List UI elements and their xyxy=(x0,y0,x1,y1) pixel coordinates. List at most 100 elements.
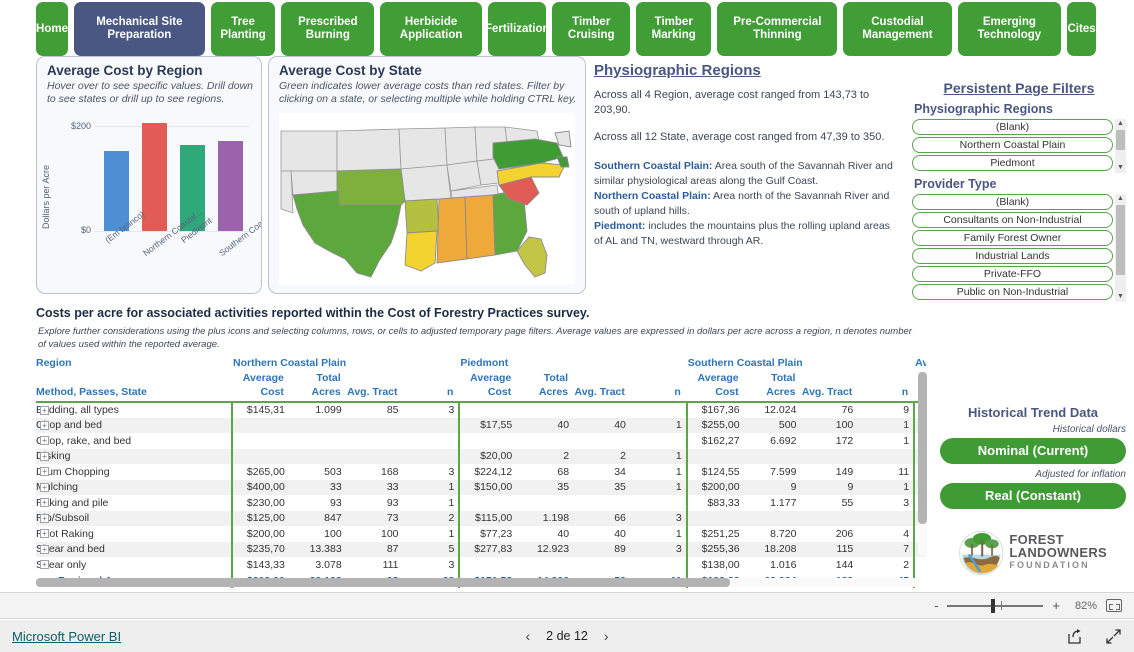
table-row[interactable]: + Disking $20,00 2 2 1 xyxy=(36,448,926,464)
expand-plus-icon[interactable]: + xyxy=(40,498,49,507)
zoom-out-button[interactable]: - xyxy=(934,598,938,613)
cell-scp-1[interactable]: 1.016 xyxy=(744,557,801,573)
col-header-scp-0[interactable]: Average Cost xyxy=(686,371,744,403)
col-header-scp-2[interactable]: Avg. Tract xyxy=(800,371,858,403)
group-header-scp[interactable]: Southern Coastal Plain xyxy=(687,356,914,371)
scroll-thumb[interactable] xyxy=(1116,205,1125,275)
row-label-cell[interactable]: + Root Raking xyxy=(36,526,232,542)
col-header-pd-0[interactable]: Average Cost xyxy=(459,371,517,403)
filter-item-blank[interactable]: (Blank) xyxy=(912,194,1113,210)
cell-scp-0[interactable]: $251,25 xyxy=(685,526,744,542)
zoom-in-button[interactable]: + xyxy=(1052,598,1060,613)
cell-pd-3[interactable] xyxy=(630,495,687,511)
cell-ncp-0[interactable]: $200,00 xyxy=(231,526,289,542)
cell-ncp-3[interactable]: 2 xyxy=(402,510,460,526)
group-header-pd[interactable]: Piedmont xyxy=(459,356,686,371)
table-row[interactable]: + Shear only $143,33 3.078 111 3 $138,00 1.016 1… xyxy=(36,557,926,573)
table-row[interactable]: + Rip/Subsoil $125,00 847 73 2 $115,00 1.198 66 3 xyxy=(36,510,926,526)
scroll-down-arrow-icon[interactable]: ▼ xyxy=(1115,163,1126,173)
cell-scp-2[interactable] xyxy=(800,448,858,464)
cell-scp-3[interactable] xyxy=(857,448,915,464)
share-icon[interactable] xyxy=(1066,628,1083,645)
cell-ncp-0[interactable]: $230,00 xyxy=(231,495,289,511)
matrix-hscroll-thumb[interactable] xyxy=(36,578,730,587)
cell-scp-1[interactable]: 500 xyxy=(743,417,801,433)
cell-scp-1[interactable]: 8.720 xyxy=(744,526,801,542)
filter-item-northern-coastal-plain[interactable]: Northern Coastal Plain xyxy=(912,137,1113,153)
cell-pd-2[interactable] xyxy=(573,495,630,511)
expand-plus-icon[interactable]: + xyxy=(40,513,49,523)
cell-scp-1[interactable]: 6.692 xyxy=(744,433,801,449)
cell-ncp-2[interactable]: 93 xyxy=(346,495,403,511)
cell-ncp-2[interactable]: 100 xyxy=(346,526,403,542)
cell-ncp-2[interactable]: 87 xyxy=(345,541,403,557)
cell-ncp-3[interactable]: 1 xyxy=(403,526,460,542)
cell-ncp-2[interactable]: 33 xyxy=(345,479,403,495)
real-constant-button[interactable]: Real (Constant) xyxy=(940,483,1126,509)
expand-plus-icon[interactable]: + xyxy=(40,406,49,415)
expand-plus-icon[interactable]: + xyxy=(40,451,49,461)
row-label-cell[interactable]: + Raking and pile xyxy=(36,495,232,511)
cell-scp-3[interactable]: 1 xyxy=(857,479,915,495)
expand-plus-icon[interactable]: + xyxy=(40,482,49,492)
cell-scp-2[interactable]: 206 xyxy=(800,526,857,542)
cell-pd-0[interactable]: $150,00 xyxy=(458,479,517,495)
row-header-bottom[interactable]: Method, Passes, State xyxy=(36,371,232,403)
cell-ncp-3[interactable]: 5 xyxy=(402,541,460,557)
cell-pd-1[interactable]: 2 xyxy=(516,448,574,464)
cell-scp-2[interactable]: 115 xyxy=(800,541,858,557)
cell-pd-3[interactable]: 1 xyxy=(629,417,687,433)
cell-scp-0[interactable] xyxy=(685,448,744,464)
cell-scp-0[interactable]: $200,00 xyxy=(685,479,744,495)
table-row[interactable]: + Drum Chopping $265,00 503 168 3 $224,12 68 34 1… xyxy=(36,464,926,480)
cell-scp-0[interactable]: $162,27 xyxy=(685,433,744,449)
cell-pd-2[interactable]: 89 xyxy=(573,541,630,557)
previous-page-icon[interactable]: ‹ xyxy=(525,628,530,644)
cell-scp-1[interactable] xyxy=(743,448,801,464)
cell-pd-2[interactable]: 40 xyxy=(573,417,630,433)
tab-timber-marking[interactable]: Timber Marking xyxy=(636,2,712,56)
cell-pd-3[interactable]: 1 xyxy=(629,448,687,464)
col-header-ncp-0[interactable]: Average Cost xyxy=(232,371,289,403)
cell-pd-0[interactable]: $115,00 xyxy=(458,510,517,526)
row-label-cell[interactable]: + Shear and bed xyxy=(36,541,232,557)
expand-plus-icon[interactable]: + xyxy=(40,529,49,538)
row-header-top[interactable]: Region xyxy=(36,356,232,371)
cell-ncp-3[interactable] xyxy=(402,417,460,433)
cell-ncp-2[interactable] xyxy=(345,417,403,433)
cell-scp-1[interactable]: 9 xyxy=(743,479,801,495)
cell-ncp-0[interactable] xyxy=(231,433,289,449)
row-label-cell[interactable]: + Shear only xyxy=(36,557,232,573)
cell-ncp-1[interactable]: 100 xyxy=(289,526,346,542)
row-label-cell[interactable]: + Bedding, all types xyxy=(36,402,232,418)
cell-scp-1[interactable]: 12.024 xyxy=(744,402,801,418)
table-row[interactable]: + Mulching $400,00 33 33 1 $150,00 35 35 1 $200,00… xyxy=(36,479,926,495)
cell-scp-3[interactable] xyxy=(857,510,915,526)
cell-ncp-0[interactable]: $143,33 xyxy=(231,557,289,573)
cell-pd-0[interactable]: $224,12 xyxy=(458,464,517,480)
zoom-slider[interactable] xyxy=(947,598,1044,613)
next-page-icon[interactable]: › xyxy=(604,628,609,644)
scroll-down-arrow-icon[interactable]: ▼ xyxy=(1115,292,1126,302)
cell-scp-2[interactable]: 149 xyxy=(800,464,857,480)
cell-scp-2[interactable] xyxy=(800,510,858,526)
cell-scp-2[interactable]: 9 xyxy=(800,479,858,495)
cell-pd-3[interactable] xyxy=(630,557,687,573)
cell-ncp-1[interactable]: 847 xyxy=(288,510,346,526)
expand-plus-icon[interactable]: + xyxy=(40,436,49,445)
matrix-vscroll-thumb[interactable] xyxy=(918,372,927,524)
cell-ncp-0[interactable]: $400,00 xyxy=(231,479,289,495)
cell-pd-1[interactable] xyxy=(516,433,573,449)
cell-ncp-1[interactable]: 503 xyxy=(289,464,346,480)
filter-item-piedmont[interactable]: Piedmont xyxy=(912,155,1113,171)
cell-ncp-3[interactable]: 3 xyxy=(403,464,460,480)
cell-ncp-0[interactable] xyxy=(231,448,289,464)
filter-item-consultants-on-non-industrial[interactable]: Consultants on Non-Industrial xyxy=(912,212,1113,228)
cell-pd-0[interactable] xyxy=(458,433,517,449)
cell-pd-1[interactable]: 40 xyxy=(516,526,573,542)
cell-ncp-1[interactable]: 3.078 xyxy=(289,557,346,573)
tab-mechanical-site-preparation[interactable]: Mechanical Site Preparation xyxy=(73,2,205,56)
tab-tree-planting[interactable]: Tree Planting xyxy=(210,2,276,56)
cell-pd-1[interactable]: 35 xyxy=(516,479,574,495)
tab-fertilization[interactable]: Fertilization xyxy=(485,2,550,56)
